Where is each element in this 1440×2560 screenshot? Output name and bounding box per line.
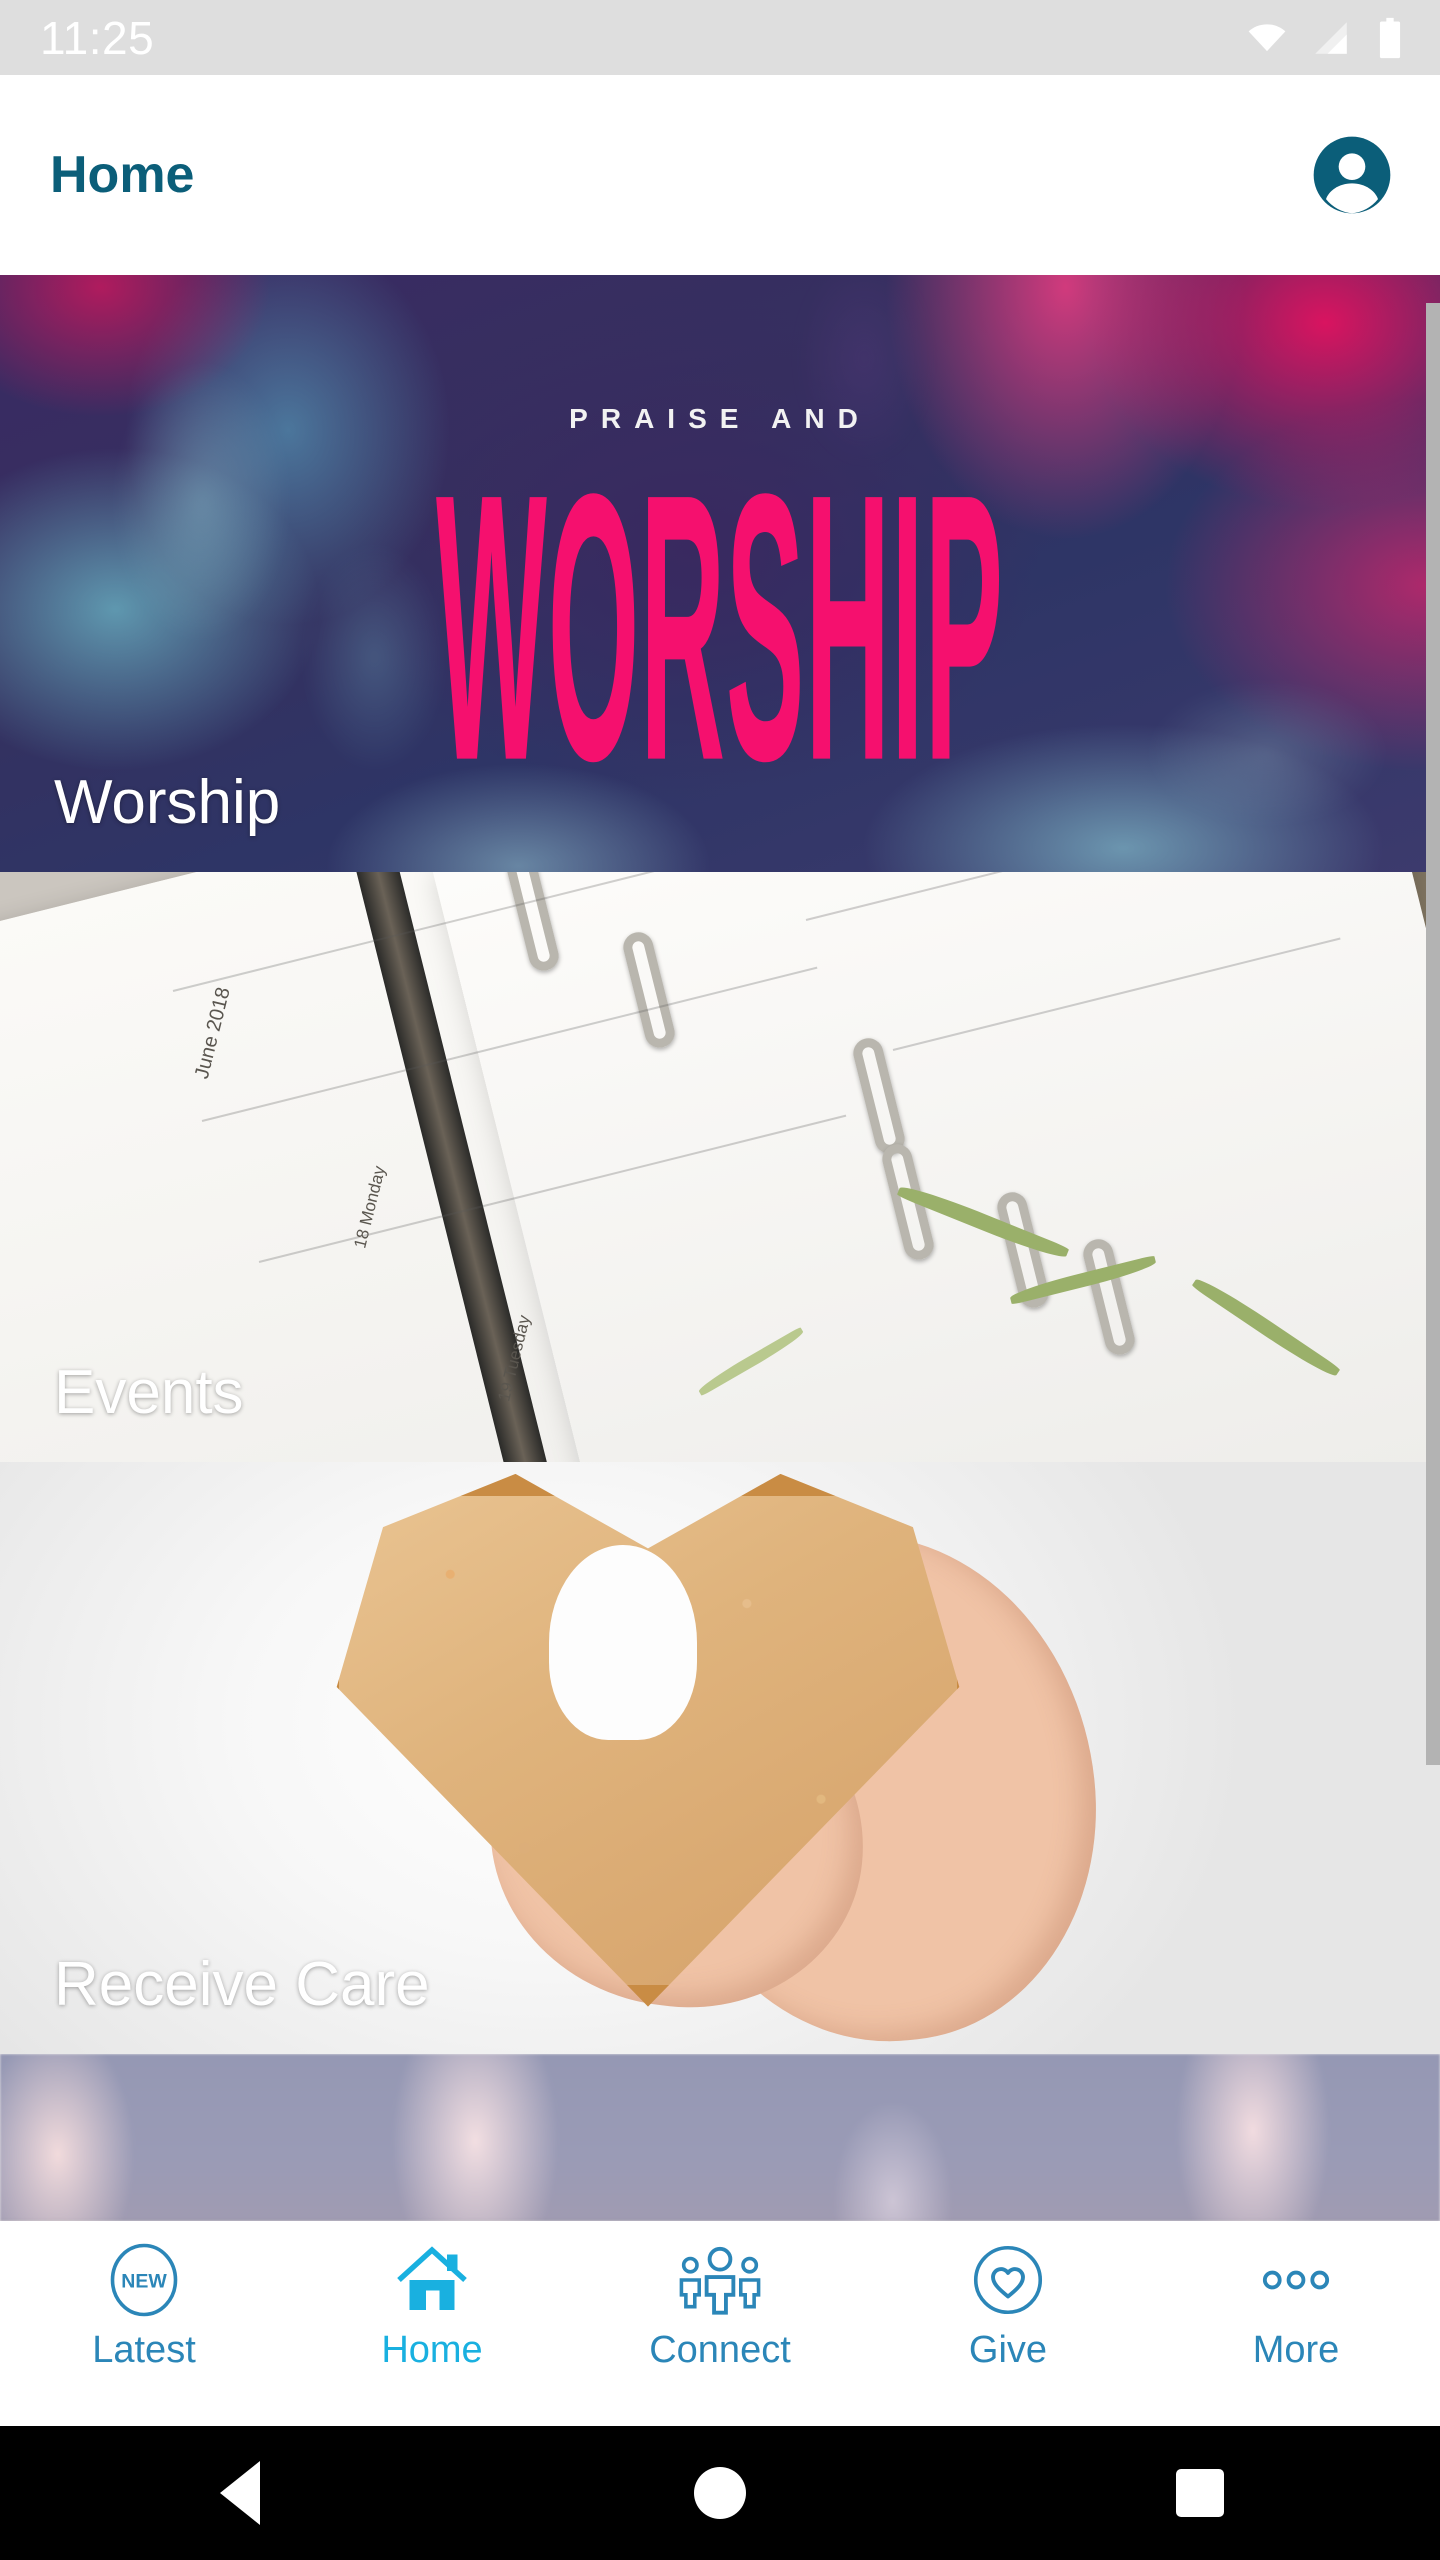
status-clock: 11:25 xyxy=(40,11,155,64)
tab-give[interactable]: Give xyxy=(864,2241,1152,2372)
feed-card-label-worship: Worship xyxy=(54,768,281,837)
tab-label-more: More xyxy=(1252,2329,1340,2371)
page-title: Home xyxy=(50,146,195,204)
feed-card-bokeh[interactable] xyxy=(0,2054,1440,2221)
feed-card-receive-care[interactable]: Receive Care xyxy=(0,1462,1440,2054)
circle-home-icon xyxy=(694,2467,746,2519)
triangle-back-icon xyxy=(220,2461,260,2525)
feed-card-events[interactable]: June 2018 18 Monday 19 Tuesday Events xyxy=(0,872,1440,1462)
vertical-scrollbar[interactable] xyxy=(1426,303,1440,1765)
recents-button[interactable] xyxy=(1130,2426,1270,2560)
people-group-icon xyxy=(674,2241,766,2319)
account-avatar-icon[interactable] xyxy=(1312,135,1392,215)
battery-icon xyxy=(1379,17,1401,58)
new-badge-circle-icon: NEW xyxy=(105,2241,183,2319)
tab-more[interactable]: More xyxy=(1152,2241,1440,2372)
feed-card-label-events: Events xyxy=(54,1358,244,1427)
events-planner-right-page xyxy=(432,872,1440,1462)
status-icon-group xyxy=(1246,16,1406,60)
bottom-tab-bar: NEW Latest Home Connect Give More xyxy=(0,2221,1440,2426)
tab-connect[interactable]: Connect xyxy=(576,2241,864,2372)
care-bread-hole xyxy=(549,1544,698,1741)
tab-label-home: Home xyxy=(381,2329,483,2371)
tab-latest[interactable]: NEW Latest xyxy=(0,2241,288,2372)
heart-in-circle-icon xyxy=(969,2241,1047,2319)
cellular-signal-icon xyxy=(1315,21,1347,54)
square-recents-icon xyxy=(1176,2469,1224,2517)
svg-text:NEW: NEW xyxy=(121,2271,167,2293)
tab-label-give: Give xyxy=(968,2329,1048,2371)
home-feed-scroll[interactable]: PRAISE AND WORSHIP Worship June 2018 18 … xyxy=(0,275,1440,2221)
home-house-icon xyxy=(392,2241,472,2319)
tab-label-latest: Latest xyxy=(92,2329,196,2371)
worship-artwork-title: WORSHIP xyxy=(436,415,1004,840)
phone-screen: 11:25 Home PRAISE AND WORSHIP Worship Ju… xyxy=(0,0,1440,2560)
android-system-nav-bar xyxy=(0,2426,1440,2560)
tab-label-connect: Connect xyxy=(649,2329,791,2371)
status-bar: 11:25 xyxy=(0,0,1440,75)
app-bar: Home xyxy=(0,75,1440,275)
back-button[interactable] xyxy=(170,2426,310,2560)
home-button[interactable] xyxy=(650,2426,790,2560)
feed-card-worship[interactable]: PRAISE AND WORSHIP Worship xyxy=(0,275,1440,872)
feed-card-label-receive-care: Receive Care xyxy=(54,1950,430,2019)
bokeh-photo-background xyxy=(0,2054,1440,2221)
tab-home[interactable]: Home xyxy=(288,2241,576,2372)
three-dots-icon xyxy=(1250,2241,1342,2319)
wifi-icon xyxy=(1248,23,1286,51)
